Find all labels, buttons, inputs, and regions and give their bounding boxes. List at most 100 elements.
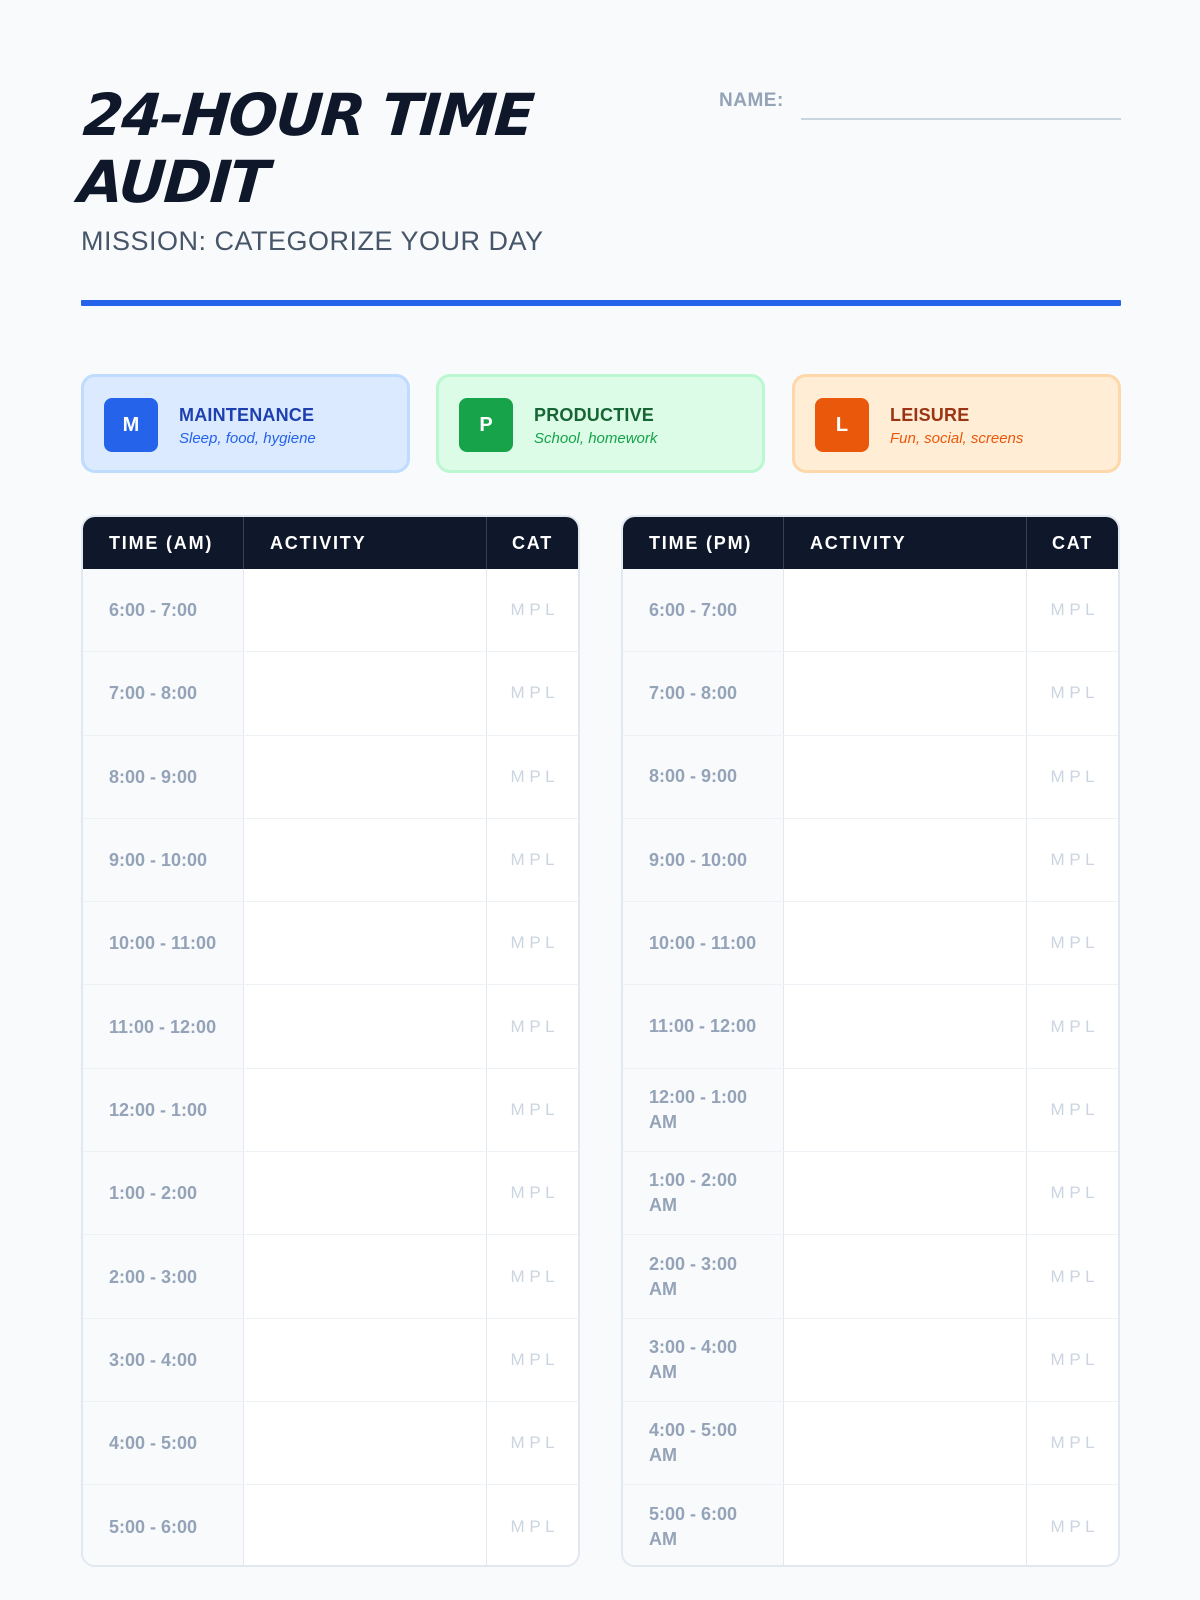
activity-cell[interactable]	[244, 1401, 487, 1485]
table-row: 11:00 - 12:00 M P L	[83, 985, 578, 1069]
column-header-time: TIME (AM)	[83, 517, 244, 569]
name-input-line[interactable]	[801, 118, 1121, 120]
legend-desc: Sleep, food, hygiene	[179, 430, 316, 447]
time-slot-label: 5:00 - 6:00	[83, 1485, 244, 1565]
activity-cell[interactable]	[244, 569, 487, 652]
time-slot-label: 7:00 - 8:00	[623, 652, 784, 735]
time-slot-label: 5:00 - 6:00 AM	[623, 1485, 784, 1565]
category-choice-cell[interactable]: M P L	[487, 569, 578, 651]
category-choice-cell[interactable]: M P L	[1027, 1319, 1118, 1401]
category-choice-cell[interactable]: M P L	[487, 1485, 578, 1565]
time-slot-label: 7:00 - 8:00	[83, 652, 244, 735]
leisure-badge: L	[815, 398, 869, 452]
activity-cell[interactable]	[784, 569, 1027, 652]
category-choice-cell[interactable]: M P L	[1027, 736, 1118, 818]
category-choice-cell[interactable]: M P L	[1027, 985, 1118, 1067]
table-row: 4:00 - 5:00 M P L	[83, 1401, 578, 1486]
category-choice-cell[interactable]: M P L	[1027, 1235, 1118, 1317]
legend-desc: School, homework	[534, 430, 658, 447]
category-choice-cell[interactable]: M P L	[487, 652, 578, 734]
activity-cell[interactable]	[784, 735, 1027, 818]
column-header-category: CAT	[1051, 533, 1094, 553]
activity-cell[interactable]	[244, 902, 487, 985]
time-slot-label: 11:00 - 12:00	[623, 985, 784, 1068]
table-header: TIME (AM) ACTIVITY CAT	[83, 517, 578, 569]
table-row: 8:00 - 9:00 M P L	[623, 735, 1118, 819]
table-row: 8:00 - 9:00 M P L	[83, 735, 578, 819]
category-legend: M MAINTENANCE Sleep, food, hygiene P PRO…	[81, 374, 1121, 473]
activity-cell[interactable]	[784, 1235, 1027, 1318]
table-row: 2:00 - 3:00 AM M P L	[623, 1235, 1118, 1319]
column-header-time: TIME (PM)	[623, 517, 784, 569]
table-row: 3:00 - 4:00 M P L	[83, 1318, 578, 1402]
activity-cell[interactable]	[244, 1485, 487, 1565]
activity-cell[interactable]	[784, 902, 1027, 985]
category-choice-cell[interactable]: M P L	[1027, 1402, 1118, 1484]
legend-desc: Fun, social, screens	[890, 430, 1024, 447]
table-row: 10:00 - 11:00 M P L	[83, 902, 578, 986]
time-slot-label: 1:00 - 2:00 AM	[623, 1152, 784, 1235]
table-row: 10:00 - 11:00 M P L	[623, 902, 1118, 986]
table-header: TIME (PM) ACTIVITY CAT	[623, 517, 1118, 569]
category-choice-cell[interactable]: M P L	[1027, 1069, 1118, 1151]
page-title: 24-HOUR TIME AUDIT	[76, 81, 535, 216]
column-header-activity: ACTIVITY	[784, 517, 1027, 569]
header-divider	[81, 300, 1121, 306]
activity-cell[interactable]	[784, 1318, 1027, 1401]
table-row: 7:00 - 8:00 M P L	[623, 652, 1118, 736]
productive-badge: P	[459, 398, 513, 452]
table-body: 6:00 - 7:00 M P L 7:00 - 8:00 M P L 8:00 - 9…	[83, 569, 578, 1565]
table-row: 7:00 - 8:00 M P L	[83, 652, 578, 736]
activity-cell[interactable]	[784, 1152, 1027, 1235]
activity-cell[interactable]	[784, 1485, 1027, 1565]
time-slot-label: 9:00 - 10:00	[83, 818, 244, 902]
time-slot-label: 11:00 - 12:00	[83, 985, 244, 1068]
activity-cell[interactable]	[784, 985, 1027, 1068]
category-choice-cell[interactable]: M P L	[487, 736, 578, 818]
category-choice-cell[interactable]: M P L	[487, 985, 578, 1067]
legend-name: LEISURE	[890, 405, 970, 425]
category-choice-cell[interactable]: M P L	[1027, 652, 1118, 734]
activity-cell[interactable]	[784, 818, 1027, 902]
legend-card-productive: P PRODUCTIVE School, homework	[436, 374, 765, 473]
activity-cell[interactable]	[244, 1068, 487, 1152]
category-choice-cell[interactable]: M P L	[1027, 569, 1118, 651]
category-choice-cell[interactable]: M P L	[487, 1152, 578, 1234]
legend-name: PRODUCTIVE	[534, 405, 655, 425]
activity-cell[interactable]	[244, 1318, 487, 1401]
category-choice-cell[interactable]: M P L	[487, 902, 578, 984]
category-choice-cell[interactable]: M P L	[1027, 819, 1118, 901]
time-slot-label: 8:00 - 9:00	[623, 735, 784, 818]
time-slot-label: 4:00 - 5:00	[83, 1401, 244, 1485]
activity-cell[interactable]	[244, 1152, 487, 1235]
activity-cell[interactable]	[784, 652, 1027, 735]
activity-cell[interactable]	[244, 985, 487, 1068]
time-slot-label: 2:00 - 3:00 AM	[623, 1235, 784, 1318]
time-slot-label: 1:00 - 2:00	[83, 1152, 244, 1235]
category-choice-cell[interactable]: M P L	[487, 1069, 578, 1151]
activity-cell[interactable]	[244, 1235, 487, 1318]
category-choice-cell[interactable]: M P L	[487, 1319, 578, 1401]
name-label: NAME:	[719, 90, 784, 111]
table-row: 6:00 - 7:00 M P L	[83, 569, 578, 653]
worksheet-page: 24-HOUR TIME AUDIT MISSION: CATEGORIZE Y…	[76, 0, 1121, 1600]
category-choice-cell[interactable]: M P L	[1027, 1152, 1118, 1234]
activity-cell[interactable]	[784, 1068, 1027, 1152]
table-row: 4:00 - 5:00 AM M P L	[623, 1401, 1118, 1486]
activity-cell[interactable]	[244, 652, 487, 735]
category-choice-cell[interactable]: M P L	[1027, 1485, 1118, 1565]
activity-cell[interactable]	[784, 1401, 1027, 1485]
activity-cell[interactable]	[244, 818, 487, 902]
category-choice-cell[interactable]: M P L	[487, 1235, 578, 1317]
category-choice-cell[interactable]: M P L	[1027, 902, 1118, 984]
activity-cell[interactable]	[244, 735, 487, 818]
time-slot-label: 12:00 - 1:00 AM	[623, 1068, 784, 1152]
table-row: 12:00 - 1:00 M P L	[83, 1068, 578, 1153]
table-row: 6:00 - 7:00 M P L	[623, 569, 1118, 653]
maintenance-badge: M	[104, 398, 158, 452]
header: 24-HOUR TIME AUDIT MISSION: CATEGORIZE Y…	[76, 81, 1121, 262]
table-row: 9:00 - 10:00 M P L	[623, 818, 1118, 903]
legend-name: MAINTENANCE	[179, 405, 315, 425]
category-choice-cell[interactable]: M P L	[487, 1402, 578, 1484]
category-choice-cell[interactable]: M P L	[487, 819, 578, 901]
